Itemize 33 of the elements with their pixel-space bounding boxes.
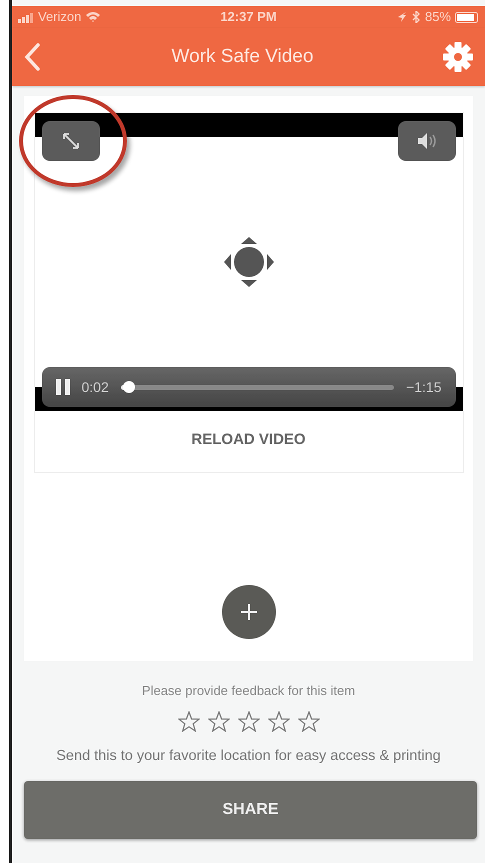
reload-video-button[interactable]: RELOAD VIDEO [34,411,462,472]
header-title: Work Safe Video [170,44,314,69]
wifi-icon [85,11,102,23]
star-icon[interactable] [178,710,200,732]
battery-percent: 85% [424,8,451,26]
plus-icon [240,604,256,620]
settings-button[interactable] [443,42,473,72]
share-description: Send this to your favorite location for easy access & printing [55,746,442,766]
elapsed-time: 0:02 [82,378,109,396]
remaining-time: −1:15 [406,378,442,396]
pause-icon [56,378,70,395]
star-icon[interactable] [208,710,230,732]
location-icon [396,11,407,23]
share-button[interactable]: SHARE [24,781,477,840]
bluetooth-icon [410,11,421,23]
fullscreen-button[interactable] [42,121,100,161]
signal-icon [18,12,34,22]
back-icon [24,43,42,71]
feedback-prompt: Please provide feedback for this item [140,682,356,700]
status-time: 12:37 PM [220,9,277,24]
volume-button[interactable] [398,121,456,161]
speaker-icon [416,131,438,151]
expand-icon [62,132,80,150]
carrier-name: Verizon [38,8,82,26]
add-button[interactable] [222,585,276,639]
star-icon[interactable] [268,710,290,732]
pan-control-icon[interactable] [224,237,274,287]
back-button[interactable] [24,43,42,71]
star-icon[interactable] [298,710,320,732]
progress-thumb[interactable] [122,380,135,392]
settings-icon [443,42,473,72]
battery-icon [455,12,479,22]
star-icon[interactable] [238,710,260,732]
